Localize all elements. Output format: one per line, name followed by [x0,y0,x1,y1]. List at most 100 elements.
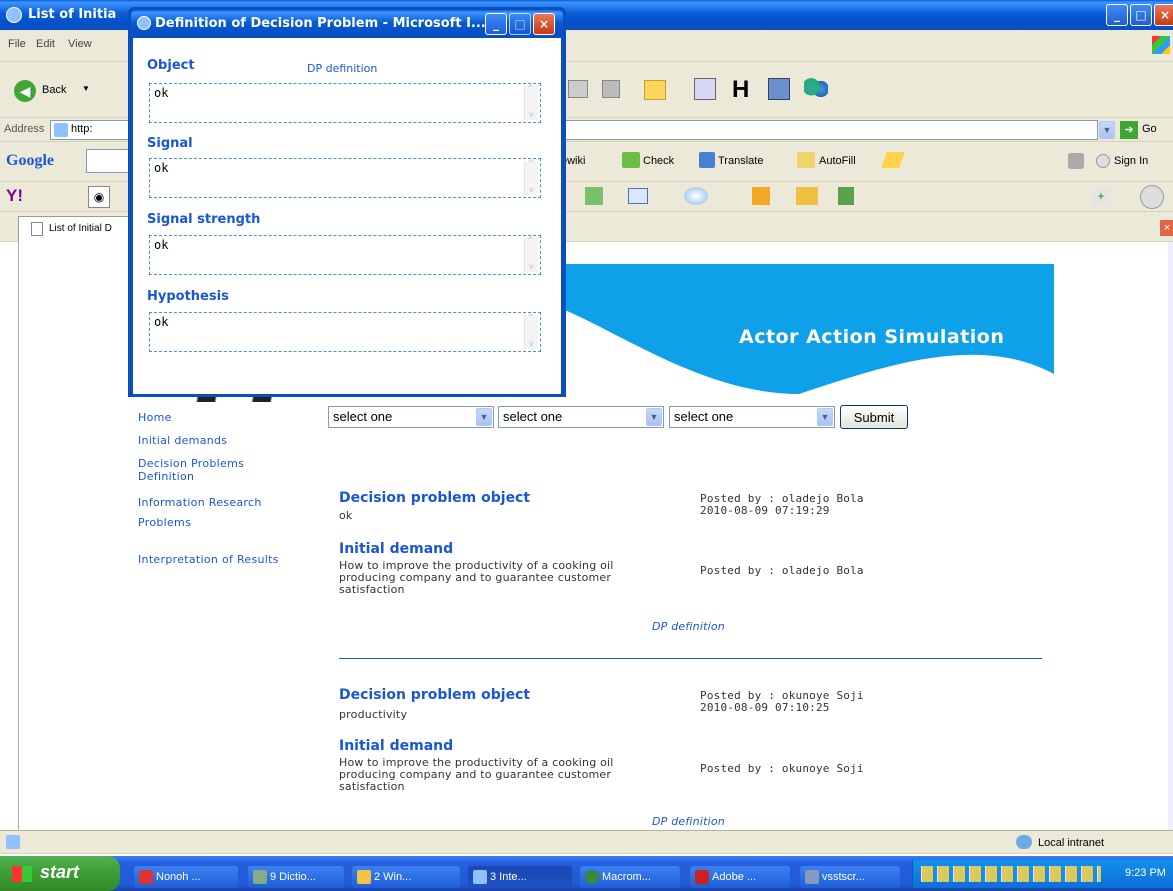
textarea-scrollbar[interactable] [524,236,538,272]
post-2-dp-meta-date: 2010-08-09 07:10:25 [700,701,830,714]
back-dropdown-icon[interactable]: ▼ [82,84,90,93]
shield-icon[interactable] [838,187,854,205]
go-button[interactable]: Go [1142,123,1157,135]
nav-initial-demands[interactable]: Initial demands [138,434,308,447]
tab-list-initial[interactable]: List of Initial D [18,216,138,242]
menu-view[interactable]: View [68,38,92,50]
task-label: 9 Dictio... [270,871,316,883]
wrench-icon[interactable] [1068,153,1084,169]
post-2-dp-link[interactable]: DP definition [652,816,725,828]
task-dictio[interactable]: 9 Dictio... [248,866,344,888]
object-textarea[interactable]: ok [149,83,541,123]
menu-edit[interactable]: Edit [36,38,55,50]
yahoo-logo-icon[interactable]: Y! [6,186,42,208]
select-3[interactable]: select one ▼ [669,406,835,428]
post-divider [339,658,1042,659]
task-win[interactable]: 2 Win... [352,866,460,888]
note-icon[interactable] [644,80,666,100]
task-nonoh[interactable]: Nonoh ... [134,866,238,888]
mail-icon[interactable] [628,188,648,204]
people-icon[interactable] [804,78,828,100]
task-label: 2 Win... [374,871,412,883]
status-ie-icon [6,835,20,849]
status-bar: Local intranet [0,830,1173,854]
select-2[interactable]: select one ▼ [498,406,664,428]
weather-icon[interactable] [684,187,708,205]
toolbar-check[interactable]: Check [643,155,674,167]
document-icon [31,222,43,236]
post-2-demand-meta: Posted by : okunoye Soji [700,762,864,775]
task-label: Nonoh ... [156,871,201,883]
popup-close-button[interactable]: × [533,13,555,35]
nav-information-research[interactable]: Information Research Problems [138,493,288,533]
back-icon[interactable]: ◀ [14,80,36,102]
select-2-value: select one [503,409,563,424]
task-label: 3 Inte... [490,871,527,883]
menu-file[interactable]: File [8,38,26,50]
spellcheck-icon [622,152,640,168]
nav-decision-problems[interactable]: Decision Problems Definition [138,457,268,483]
back-button[interactable]: Back [42,84,66,96]
textarea-scrollbar[interactable] [524,84,538,120]
signal-textarea[interactable]: ok [149,158,541,198]
browser-minimize-button[interactable]: _ [1106,4,1128,26]
post-1-dp-link[interactable]: DP definition [652,621,725,633]
popup-maximize-button[interactable]: □ [509,13,531,35]
toolbar-autofill[interactable]: AutoFill [819,155,856,167]
submit-button[interactable]: Submit [840,405,908,429]
google-logo: Google [6,152,54,169]
sign-in-button[interactable]: Sign In [1114,155,1148,167]
hypothesis-textarea[interactable]: ok [149,312,541,352]
task-macrom[interactable]: Macrom... [580,866,680,888]
field-label-hypothesis: Hypothesis [147,289,229,304]
app-icon [139,870,153,884]
select-1[interactable]: select one ▼ [328,406,494,428]
post-1-demand-text: How to improve the productivity of a coo… [339,559,614,596]
nav-home[interactable]: Home [138,411,308,424]
toolbar-translate[interactable]: Translate [718,155,763,167]
popup-titlebar: Definition of Decision Problem - Microso… [131,10,563,38]
windows-flag-icon [1152,36,1170,54]
settings-gear-icon[interactable] [1140,185,1164,209]
pencil-icon[interactable] [881,152,905,168]
popup-ie-icon [137,16,151,30]
task-vsstscr[interactable]: vsstscr... [800,866,900,888]
yahoo-search-icon[interactable]: ◉ [88,186,110,208]
intranet-icon [1016,835,1032,849]
h-icon[interactable]: H [732,76,749,104]
print-icon[interactable] [568,80,588,98]
vertical-scrollbar[interactable] [1168,242,1173,830]
nav-interpretation[interactable]: Interpretation of Results [138,553,308,566]
messenger-icon[interactable] [694,78,716,100]
signal-strength-textarea[interactable]: ok [149,235,541,275]
start-button[interactable]: start [0,856,120,891]
popup-dp-link[interactable]: DP definition [307,62,377,75]
hypothesis-value: ok [154,315,169,329]
go-arrow-icon[interactable]: ➜ [1120,121,1138,139]
bookmark-icon[interactable] [585,187,603,205]
popup-minimize-button[interactable]: _ [485,13,507,35]
field-label-object: Object [147,58,195,73]
ebay-icon[interactable] [796,187,818,205]
post-2-demand-title: Initial demand [339,738,454,754]
browser-maximize-button[interactable]: □ [1130,4,1152,26]
google-search-input[interactable] [86,149,130,173]
popup-title: Definition of Decision Problem - Microso… [155,16,486,31]
task-label: Adobe ... [712,871,757,883]
research-icon[interactable] [768,78,790,100]
add-icon[interactable]: + [1092,188,1110,206]
task-ie[interactable]: 3 Inte... [468,866,572,888]
select-1-value: select one [333,409,393,424]
tray-icons[interactable] [921,866,1101,882]
games-icon[interactable] [752,187,770,205]
task-adobe[interactable]: Adobe ... [690,866,790,888]
tab-label: List of Initial D [49,223,112,234]
browser-close-button[interactable]: × [1154,4,1173,26]
edit-icon[interactable] [602,80,620,98]
address-dropdown[interactable]: ▼ [1098,120,1116,140]
clock: 9:23 PM [1125,867,1166,879]
textarea-scrollbar[interactable] [524,159,538,195]
textarea-scrollbar[interactable] [524,313,538,349]
app-icon [253,870,267,884]
tab-close-icon[interactable]: × [1160,220,1173,236]
